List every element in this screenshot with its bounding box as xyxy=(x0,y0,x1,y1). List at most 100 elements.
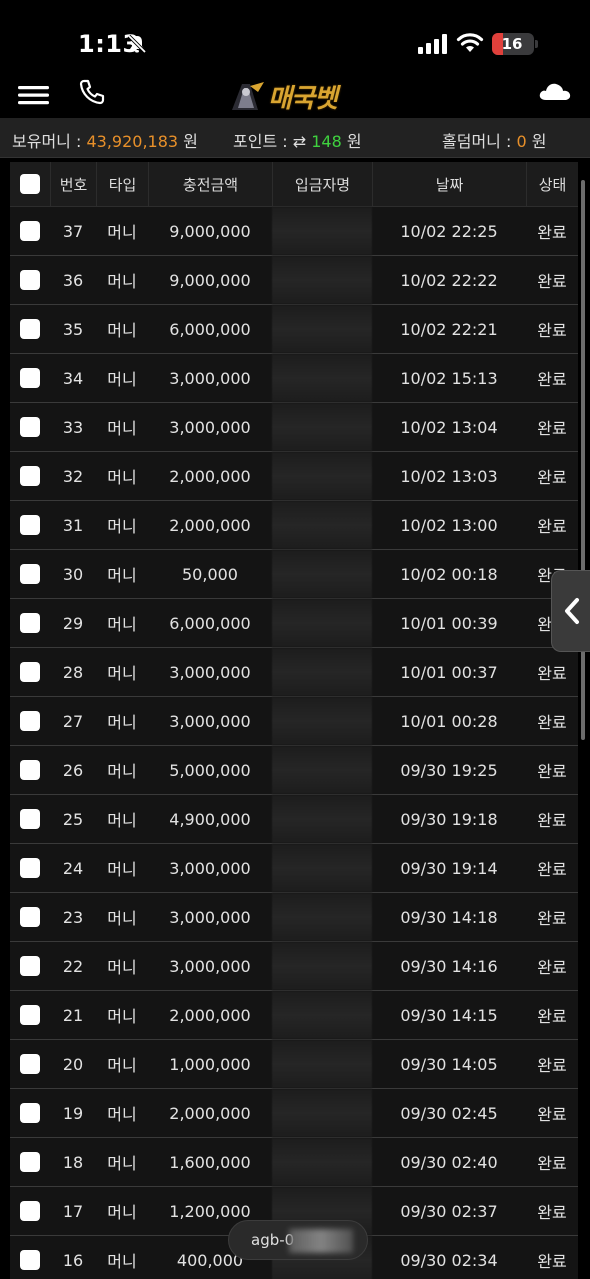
select-all-checkbox[interactable] xyxy=(20,174,40,194)
row-depositor-redacted xyxy=(272,256,372,304)
row-checkbox-cell xyxy=(10,893,50,941)
row-checkbox[interactable] xyxy=(20,809,40,829)
row-checkbox[interactable] xyxy=(20,613,40,633)
row-checkbox[interactable] xyxy=(20,858,40,878)
scrollbar[interactable] xyxy=(581,180,585,740)
row-num: 19 xyxy=(62,1103,84,1123)
row-num: 20 xyxy=(62,1054,84,1074)
side-drawer-tab[interactable] xyxy=(551,570,590,652)
money-value: 43,920,183 xyxy=(86,132,179,151)
row-date: 09/30 14:05 xyxy=(400,1054,498,1074)
row-depositor-redacted xyxy=(272,1040,372,1088)
row-checkbox[interactable] xyxy=(20,319,40,339)
table-row[interactable]: 33 머니 3,000,000 10/02 13:04 완료 xyxy=(10,403,578,452)
table-row[interactable]: 32 머니 2,000,000 10/02 13:03 완료 xyxy=(10,452,578,501)
table-row[interactable]: 36 머니 9,000,000 10/02 22:22 완료 xyxy=(10,256,578,305)
row-checkbox[interactable] xyxy=(20,1005,40,1025)
row-depositor-redacted xyxy=(272,354,372,402)
table-row[interactable]: 37 머니 9,000,000 10/02 22:25 완료 xyxy=(10,207,578,256)
row-type: 머니 xyxy=(107,615,137,634)
row-checkbox-cell xyxy=(10,1236,50,1279)
row-checkbox[interactable] xyxy=(20,1152,40,1172)
url-text: agb-0 xyxy=(251,1231,295,1249)
row-date: 09/30 02:40 xyxy=(400,1152,498,1172)
row-checkbox[interactable] xyxy=(20,515,40,535)
row-amount: 3,000,000 xyxy=(169,907,251,927)
cloud-icon[interactable] xyxy=(538,80,572,102)
point-balance: 포인트 : ⇄ 148 원 xyxy=(233,128,362,152)
row-num: 17 xyxy=(62,1201,84,1221)
table-row[interactable]: 35 머니 6,000,000 10/02 22:21 완료 xyxy=(10,305,578,354)
phone-icon[interactable] xyxy=(78,78,106,106)
table-row[interactable]: 20 머니 1,000,000 09/30 14:05 완료 xyxy=(10,1040,578,1089)
row-checkbox[interactable] xyxy=(20,221,40,241)
row-checkbox[interactable] xyxy=(20,1054,40,1074)
row-checkbox[interactable] xyxy=(20,907,40,927)
table-row[interactable]: 29머니6,000,00010/01 00:39완료 xyxy=(10,599,578,648)
row-checkbox[interactable] xyxy=(20,270,40,290)
table-row[interactable]: 24 머니 3,000,000 09/30 19:14 완료 xyxy=(10,844,578,893)
row-checkbox[interactable] xyxy=(20,368,40,388)
row-checkbox[interactable] xyxy=(20,711,40,731)
row-checkbox-cell xyxy=(10,599,50,647)
exchange-icon[interactable]: ⇄ xyxy=(293,132,306,151)
point-value: 148 xyxy=(311,132,342,151)
row-amount: 3,000,000 xyxy=(169,417,251,437)
table-row[interactable]: 31 머니 2,000,000 10/02 13:00 완료 xyxy=(10,501,578,550)
table-row[interactable]: 18 머니 1,600,000 09/30 02:40 완료 xyxy=(10,1138,578,1187)
table-row[interactable]: 23 머니 3,000,000 09/30 14:18 완료 xyxy=(10,893,578,942)
row-checkbox[interactable] xyxy=(20,466,40,486)
row-checkbox-cell xyxy=(10,305,50,353)
row-status: 완료 xyxy=(537,370,567,389)
row-num: 30 xyxy=(62,564,84,584)
battery-level: 16 xyxy=(501,35,523,53)
site-logo[interactable]: 매국벳 xyxy=(228,78,354,114)
table-row[interactable]: 28 머니 3,000,000 10/01 00:37 완료 xyxy=(10,648,578,697)
table-row[interactable]: 25 머니 4,900,000 09/30 19:18 완료 xyxy=(10,795,578,844)
row-status: 완료 xyxy=(537,223,567,242)
row-amount: 1,000,000 xyxy=(169,1054,251,1074)
row-checkbox[interactable] xyxy=(20,1201,40,1221)
row-checkbox[interactable] xyxy=(20,1103,40,1123)
row-checkbox-cell xyxy=(10,844,50,892)
row-checkbox[interactable] xyxy=(20,760,40,780)
table-row[interactable]: 22 머니 3,000,000 09/30 14:16 완료 xyxy=(10,942,578,991)
app-header: 매국벳 xyxy=(0,74,590,118)
row-date: 10/02 22:21 xyxy=(400,319,498,339)
hold-value: 0 xyxy=(516,132,527,151)
hamburger-menu-icon[interactable] xyxy=(18,82,50,108)
row-amount: 6,000,000 xyxy=(169,613,251,633)
row-checkbox[interactable] xyxy=(20,662,40,682)
row-date: 10/02 13:00 xyxy=(400,515,498,535)
row-depositor-redacted xyxy=(272,697,372,745)
row-checkbox[interactable] xyxy=(20,956,40,976)
row-date: 10/02 00:18 xyxy=(400,564,498,584)
row-amount: 2,000,000 xyxy=(169,1005,251,1025)
table-row[interactable]: 19 머니 2,000,000 09/30 02:45 완료 xyxy=(10,1089,578,1138)
row-checkbox-cell xyxy=(10,256,50,304)
table-row[interactable]: 34 머니 3,000,000 10/02 15:13 완료 xyxy=(10,354,578,403)
row-num: 32 xyxy=(62,466,84,486)
row-date: 10/02 22:22 xyxy=(400,270,498,290)
row-checkbox[interactable] xyxy=(20,417,40,437)
row-amount: 3,000,000 xyxy=(169,858,251,878)
url-pill[interactable]: agb-0 xyxy=(228,1220,368,1260)
row-num: 31 xyxy=(62,515,84,535)
hold-unit: 원 xyxy=(526,132,547,151)
row-num: 26 xyxy=(62,760,84,780)
table-row[interactable]: 30머니50,00010/02 00:18완료 xyxy=(10,550,578,599)
table-row[interactable]: 26 머니 5,000,000 09/30 19:25 완료 xyxy=(10,746,578,795)
row-type: 머니 xyxy=(107,958,137,977)
logo-emblem-icon xyxy=(232,82,264,110)
row-num: 24 xyxy=(62,858,84,878)
row-type: 머니 xyxy=(107,321,137,340)
table-row[interactable]: 21 머니 2,000,000 09/30 14:15 완료 xyxy=(10,991,578,1040)
row-date: 09/30 14:15 xyxy=(400,1005,498,1025)
row-depositor-redacted xyxy=(272,207,372,255)
table-row[interactable]: 27 머니 3,000,000 10/01 00:28 완료 xyxy=(10,697,578,746)
row-type: 머니 xyxy=(107,468,137,487)
row-checkbox[interactable] xyxy=(20,1250,40,1270)
battery-indicator: 16 xyxy=(492,33,534,55)
row-checkbox[interactable] xyxy=(20,564,40,584)
row-type: 머니 xyxy=(107,1154,137,1173)
